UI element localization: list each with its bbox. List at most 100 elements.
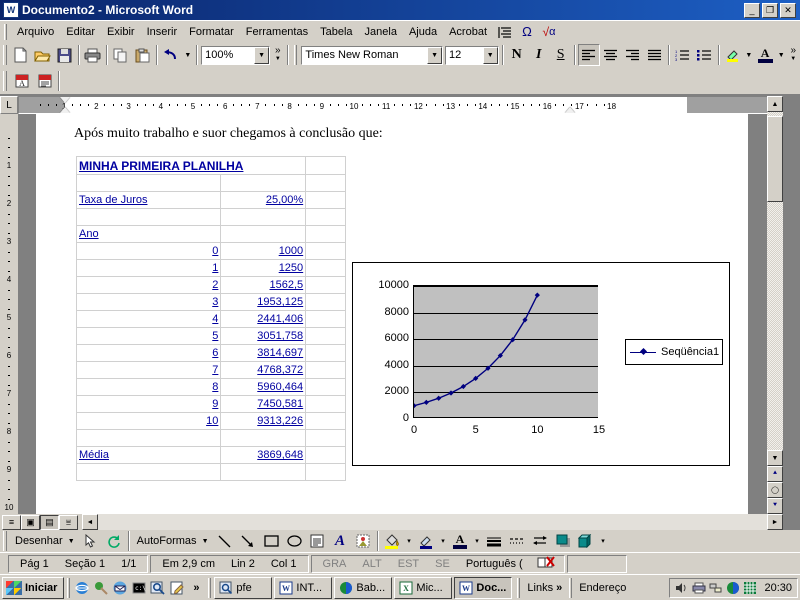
menu-item-janela[interactable]: Janela — [359, 24, 403, 40]
tab-stop-selector[interactable]: L — [0, 96, 18, 114]
close-button[interactable]: ✕ — [780, 2, 796, 18]
align-left-button[interactable] — [577, 44, 600, 66]
acrobat-toolbar-grip[interactable] — [3, 71, 7, 91]
spreadsheet-cell[interactable] — [220, 429, 307, 447]
3d-dropdown-button[interactable]: ▾ — [598, 530, 609, 552]
scroll-left-button[interactable]: ◄ — [82, 514, 98, 530]
year-cell[interactable]: 1 — [75, 259, 222, 277]
formatting-toolbar-overflow-button[interactable]: » ▼ — [787, 46, 800, 63]
numbered-list-button[interactable]: 123 — [672, 44, 694, 66]
normal-view-button[interactable]: ≡ — [2, 514, 21, 530]
taskbar-clock[interactable]: 20:30 — [760, 582, 792, 594]
taskbar-button-int[interactable]: W INT... — [274, 576, 333, 599]
paragraph-marks-icon[interactable] — [495, 23, 515, 41]
right-indent-marker[interactable] — [565, 107, 575, 113]
spreadsheet-cell[interactable] — [305, 225, 346, 243]
vertical-scroll-thumb[interactable] — [767, 116, 783, 202]
oval-button[interactable] — [283, 530, 306, 552]
antivirus-tray-icon[interactable] — [743, 581, 757, 595]
3d-button[interactable] — [575, 530, 598, 552]
align-justify-button[interactable] — [644, 44, 666, 66]
document-area[interactable]: Após muito trabalho e suor chegamos à co… — [18, 114, 765, 514]
font-size-combo[interactable]: 12 ▼ — [445, 45, 499, 65]
spreadsheet-cell[interactable] — [305, 259, 346, 277]
underline-button[interactable]: S — [550, 44, 572, 66]
show-desktop-icon[interactable] — [92, 579, 110, 597]
standard-toolbar-grip[interactable] — [3, 45, 7, 65]
menu-item-editar[interactable]: Editar — [60, 24, 101, 40]
hanging-indent-marker[interactable] — [60, 107, 70, 113]
rate-label-cell[interactable]: Taxa de Juros — [75, 191, 222, 209]
convert-to-pdf-button[interactable]: A — [10, 70, 33, 92]
status-indicator-alt[interactable]: ALT — [354, 558, 389, 570]
start-button[interactable]: Iniciar — [2, 576, 65, 599]
highlight-color-button[interactable] — [722, 44, 744, 66]
year-cell[interactable]: 9 — [75, 395, 222, 413]
copy-button[interactable] — [110, 44, 132, 66]
year-cell[interactable]: 10 — [75, 412, 222, 430]
spreadsheet-cell[interactable] — [305, 191, 346, 209]
value-cell[interactable]: 3814,697 — [220, 344, 307, 362]
menubar-grip[interactable] — [4, 23, 7, 40]
year-cell[interactable]: 5 — [75, 327, 222, 345]
arrow-style-button[interactable] — [529, 530, 552, 552]
chart-legend[interactable]: Seqüência1 — [625, 339, 723, 365]
horizontal-scroll-track[interactable] — [98, 514, 767, 530]
highlight-dropdown-button[interactable]: ▼ — [744, 44, 755, 66]
select-objects-button[interactable] — [80, 530, 103, 552]
chevron-down-icon[interactable]: ▼ — [254, 46, 270, 64]
fill-color-dropdown-button[interactable]: ▾ — [404, 530, 415, 552]
taskbar-button-doc[interactable]: W Doc... — [454, 576, 513, 599]
maximize-button[interactable]: ❐ — [762, 2, 778, 18]
spreadsheet-cell[interactable] — [75, 463, 222, 481]
spreadsheet-cell[interactable] — [305, 344, 346, 362]
spreadsheet-cell[interactable] — [305, 446, 346, 464]
value-cell[interactable]: 7450,581 — [220, 395, 307, 413]
font-color-dropdown-button[interactable]: ▼ — [776, 44, 787, 66]
line-button[interactable] — [214, 530, 237, 552]
select-browse-object-button[interactable]: ◯ — [767, 482, 783, 498]
vertical-ruler[interactable]: 1 2 3 4 5 6 7 8 9 10 — [0, 114, 18, 514]
internet-explorer-icon[interactable] — [73, 579, 91, 597]
align-center-button[interactable] — [600, 44, 622, 66]
notepad-icon[interactable] — [168, 579, 186, 597]
spreadsheet-cell[interactable] — [75, 429, 222, 447]
spreadsheet-cell[interactable] — [220, 174, 307, 192]
undo-dropdown-button[interactable]: ▼ — [182, 44, 194, 66]
sqrt-alpha-icon[interactable]: √ α — [539, 23, 559, 41]
spellcheck-error-icon[interactable] — [531, 555, 561, 572]
font-color-dropdown-button-draw[interactable]: ▾ — [472, 530, 483, 552]
standard-toolbar-overflow-button[interactable]: » ▼ — [271, 46, 284, 63]
first-line-indent-marker[interactable] — [60, 97, 70, 103]
year-cell[interactable]: 2 — [75, 276, 222, 294]
open-document-button[interactable] — [32, 44, 54, 66]
network-icon[interactable] — [709, 581, 723, 595]
menu-item-ferramentas[interactable]: Ferramentas — [240, 24, 314, 40]
autoshapes-menu-button[interactable]: AutoFormas ▼ — [132, 533, 214, 549]
embedded-chart-object[interactable]: 0 2000 4000 6000 8000 10000 0 5 10 15 Seqüência1 — [352, 262, 730, 466]
spreadsheet-cell[interactable] — [75, 208, 222, 226]
status-language[interactable]: Português ( — [458, 558, 531, 570]
spreadsheet-cell[interactable] — [75, 174, 222, 192]
value-cell[interactable]: 1000 — [220, 242, 307, 260]
new-document-button[interactable] — [10, 44, 32, 66]
print-button[interactable] — [82, 44, 104, 66]
value-cell[interactable]: 3051,758 — [220, 327, 307, 345]
scroll-right-button[interactable]: ► — [767, 514, 783, 530]
outlook-express-icon[interactable] — [111, 579, 129, 597]
spreadsheet-cell[interactable] — [220, 463, 307, 481]
year-cell[interactable]: 7 — [75, 361, 222, 379]
italic-button[interactable]: I — [528, 44, 550, 66]
insert-clipart-button[interactable] — [352, 530, 375, 552]
search-icon[interactable] — [149, 579, 167, 597]
value-cell[interactable]: 9313,226 — [220, 412, 307, 430]
menu-item-ajuda[interactable]: Ajuda — [403, 24, 443, 40]
links-overflow-button[interactable]: » — [556, 582, 562, 594]
scroll-up-button[interactable]: ▲ — [767, 96, 783, 112]
bold-button[interactable]: N — [506, 44, 528, 66]
spreadsheet-cell[interactable] — [305, 463, 346, 481]
menu-item-acrobat[interactable]: Acrobat — [443, 24, 493, 40]
chevron-down-icon[interactable]: ▼ — [482, 46, 498, 64]
year-cell[interactable]: 0 — [75, 242, 222, 260]
print-layout-view-button[interactable]: ▤ — [40, 514, 59, 530]
